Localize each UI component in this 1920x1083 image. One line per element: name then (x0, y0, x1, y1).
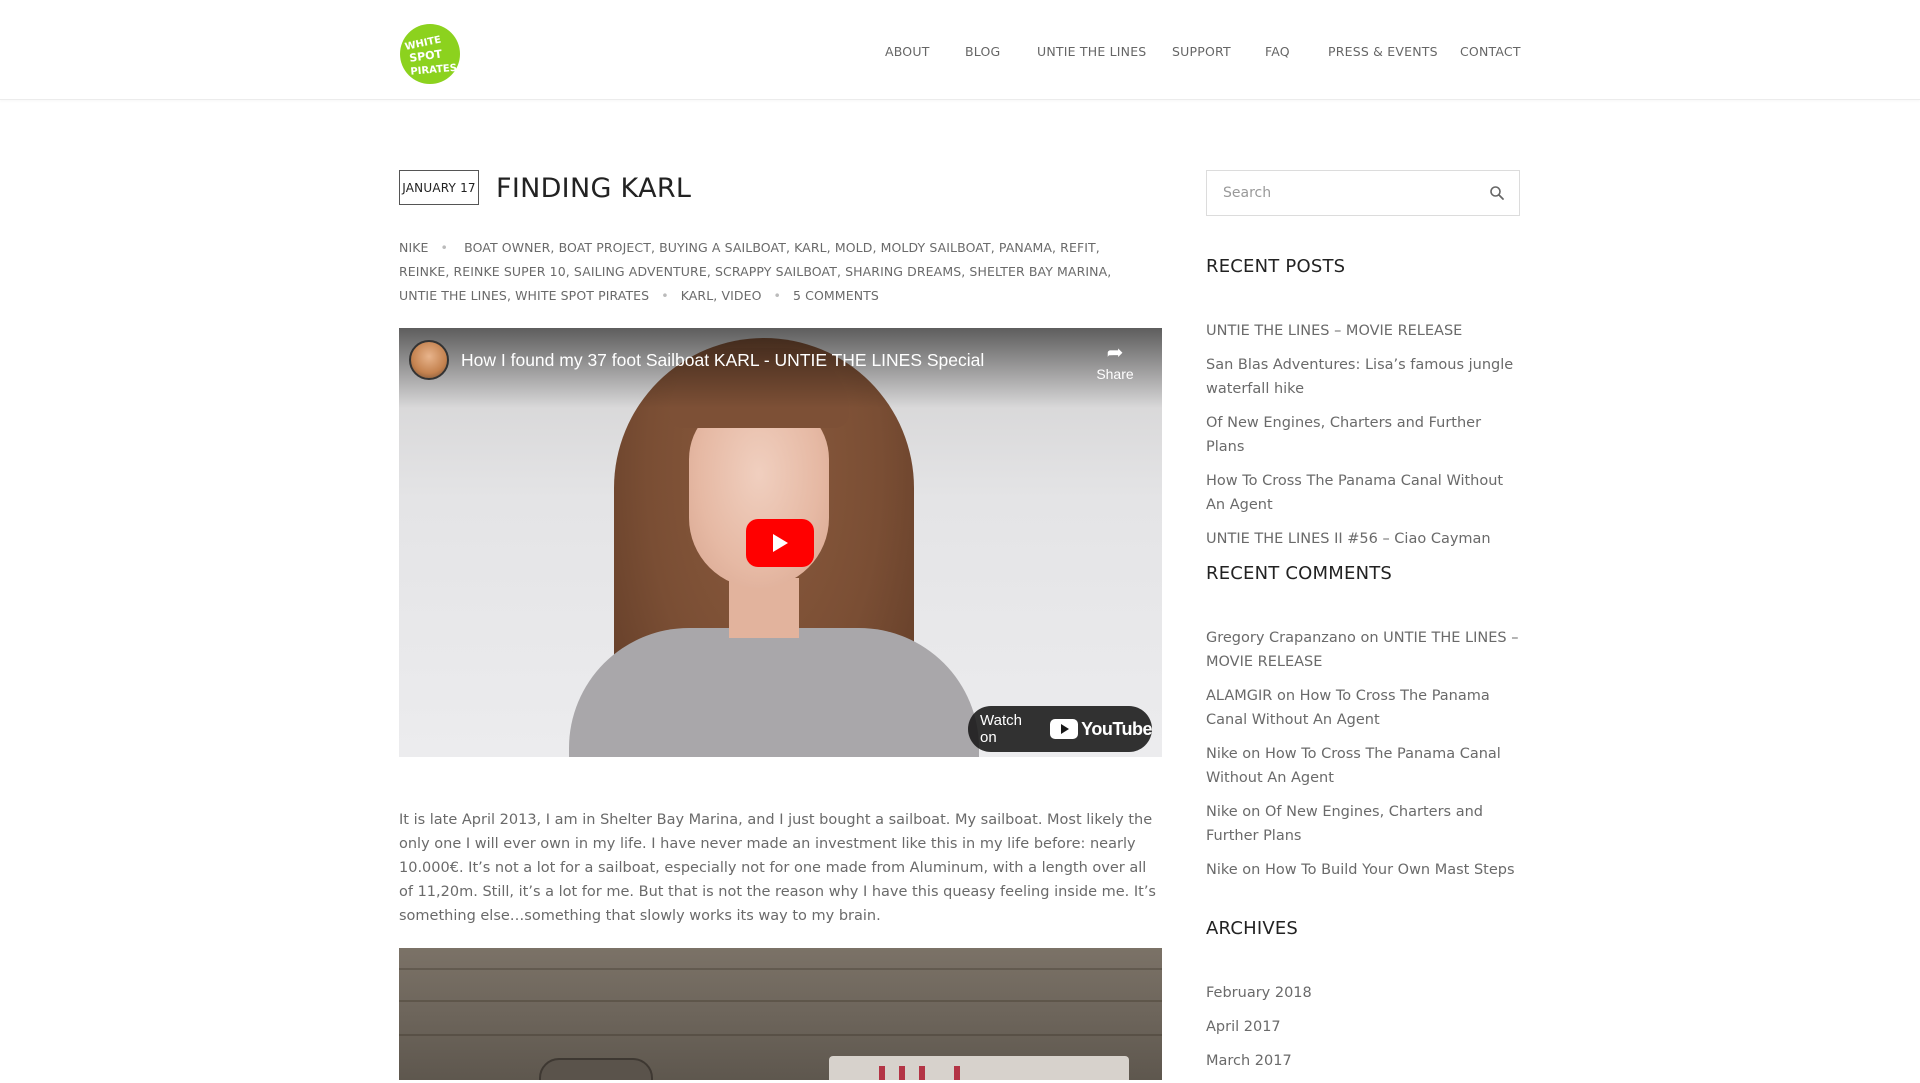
archive-link[interactable]: March 2017 (1206, 1053, 1292, 1069)
tag-link[interactable]: BUYING A SAILBOAT (659, 240, 786, 255)
search-icon[interactable] (1489, 185, 1505, 201)
list-item: San Blas Adventures: Lisa’s famous jungl… (1206, 353, 1520, 401)
nav-contact[interactable]: CONTACT (1460, 44, 1521, 59)
list-item: Nike on How To Build Your Own Mast Steps (1206, 858, 1520, 882)
play-button[interactable] (746, 519, 814, 567)
nav-untie-the-lines[interactable]: UNTIE THE LINES (1037, 44, 1146, 59)
list-item: April 2017 (1206, 1015, 1520, 1039)
search-box (1206, 170, 1520, 216)
comment-author: ALAMGIR (1206, 688, 1273, 704)
archive-link[interactable]: February 2018 (1206, 985, 1312, 1001)
archives-list: February 2018 April 2017 March 2017 (1206, 981, 1520, 1083)
tag-link[interactable]: MOLDY SAILBOAT (881, 240, 991, 255)
comment-on: on (1360, 630, 1379, 646)
share-button[interactable]: ➦ Share (1095, 342, 1135, 382)
video-title[interactable]: How I found my 37 foot Sailboat KARL - U… (461, 350, 984, 371)
list-item: Gregory Crapanzano on UNTIE THE LINES – … (1206, 626, 1520, 674)
tag-link[interactable]: PANAMA (999, 240, 1052, 255)
share-icon: ➦ (1106, 342, 1124, 364)
recent-posts-list: UNTIE THE LINES – MOVIE RELEASE San Blas… (1206, 319, 1520, 561)
recent-post-link[interactable]: Of New Engines, Charters and Further Pla… (1206, 415, 1481, 455)
recent-comments-heading: RECENT COMMENTS (1206, 563, 1393, 584)
tag-link[interactable]: REFIT (1060, 240, 1096, 255)
tag-link[interactable]: SCRAPPY SAILBOAT (715, 264, 837, 279)
tag-link[interactable]: SAILING ADVENTURE (574, 264, 707, 279)
post-body-paragraph: It is late April 2013, I am in Shelter B… (399, 812, 1156, 924)
keys-shape (539, 1058, 653, 1080)
list-item: UNTIE THE LINES – MOVIE RELEASE (1206, 319, 1520, 343)
tag-link[interactable]: SHARING DREAMS (845, 264, 961, 279)
post-image (399, 948, 1162, 1080)
tag-link[interactable]: MOLD (835, 240, 873, 255)
nav-blog[interactable]: BLOG (965, 44, 1000, 59)
youtube-wordmark: YouTube (1081, 718, 1152, 739)
tag-link[interactable]: KARL (794, 240, 827, 255)
comment-post-link[interactable]: How To Build Your Own Mast Steps (1265, 862, 1515, 878)
watch-on-label: Watch on (980, 712, 1022, 746)
category-link[interactable]: VIDEO (721, 288, 761, 303)
nav-support[interactable]: SUPPORT (1172, 44, 1231, 59)
list-item: How To Cross The Panama Canal Without An… (1206, 469, 1520, 517)
nav-faq[interactable]: FAQ (1265, 44, 1290, 59)
list-item: March 2017 (1206, 1049, 1520, 1073)
archive-link[interactable]: April 2017 (1206, 1019, 1281, 1035)
comments-link[interactable]: 5 COMMENTS (793, 288, 879, 303)
recent-post-link[interactable]: UNTIE THE LINES – MOVIE RELEASE (1206, 323, 1462, 339)
post-author-link[interactable]: NIKE (399, 240, 429, 255)
list-item: Of New Engines, Charters and Further Pla… (1206, 411, 1520, 459)
youtube-video-embed[interactable]: How I found my 37 foot Sailboat KARL - U… (399, 328, 1162, 757)
nav-about[interactable]: ABOUT (885, 44, 930, 59)
meta-separator: • (440, 240, 449, 255)
comment-author: Nike (1206, 804, 1238, 820)
recent-posts-heading: RECENT POSTS (1206, 256, 1346, 277)
meta-separator: • (773, 288, 782, 303)
watch-on-youtube-button[interactable]: Watch on YouTube (968, 706, 1152, 752)
comment-on: on (1276, 688, 1296, 704)
list-item: UNTIE THE LINES II #56 – Ciao Cayman (1206, 527, 1520, 551)
post-date-badge: JANUARY 17 (399, 170, 479, 205)
post-meta: NIKE • BOAT OWNER, BOAT PROJECT, BUYING A… (399, 240, 1112, 303)
comment-author: Nike (1206, 746, 1238, 762)
nav-press-events[interactable]: PRESS & EVENTS (1328, 44, 1438, 59)
tag-link[interactable]: BOAT PROJECT (559, 240, 651, 255)
play-icon (773, 534, 788, 552)
category-link[interactable]: KARL (681, 288, 714, 303)
list-item: Nike on Of New Engines, Charters and Fur… (1206, 800, 1520, 848)
tag-link[interactable]: SHELTER BAY MARINA (969, 264, 1107, 279)
list-item: February 2018 (1206, 981, 1520, 1005)
site-header: WHITE SPOT PIRATES ABOUT BLOG UNTIE THE … (0, 0, 1920, 100)
recent-post-link[interactable]: San Blas Adventures: Lisa’s famous jungl… (1206, 357, 1513, 397)
comment-author: Gregory Crapanzano (1206, 630, 1356, 646)
post-title: FINDING KARL (496, 173, 692, 204)
tag-link[interactable]: WHITE SPOT PIRATES (515, 288, 649, 303)
tag-link[interactable]: UNTIE THE LINES (399, 288, 507, 303)
archives-heading: ARCHIVES (1206, 918, 1299, 939)
channel-avatar[interactable] (409, 340, 449, 380)
comment-author: Nike (1206, 862, 1238, 878)
comment-on: on (1242, 746, 1261, 762)
card-shape (829, 1056, 1129, 1080)
search-input[interactable] (1207, 171, 1477, 215)
list-item: ALAMGIR on How To Cross The Panama Canal… (1206, 684, 1520, 732)
youtube-play-icon (1050, 719, 1079, 739)
tag-link[interactable]: BOAT OWNER (464, 240, 550, 255)
tag-link[interactable]: REINKE SUPER 10 (453, 264, 565, 279)
recent-post-link[interactable]: How To Cross The Panama Canal Without An… (1206, 473, 1503, 513)
comment-on: on (1242, 804, 1261, 820)
tag-link[interactable]: REINKE (399, 264, 445, 279)
comment-on: on (1242, 862, 1261, 878)
youtube-logo: YouTube (1050, 719, 1152, 740)
share-label: Share (1096, 366, 1134, 382)
white-spot-pirates-logo[interactable]: WHITE SPOT PIRATES (399, 23, 461, 85)
meta-separator: • (661, 288, 669, 303)
recent-post-link[interactable]: UNTIE THE LINES II #56 – Ciao Cayman (1206, 531, 1491, 547)
recent-comments-list: Gregory Crapanzano on UNTIE THE LINES – … (1206, 626, 1520, 892)
list-item: Nike on How To Cross The Panama Canal Wi… (1206, 742, 1520, 790)
